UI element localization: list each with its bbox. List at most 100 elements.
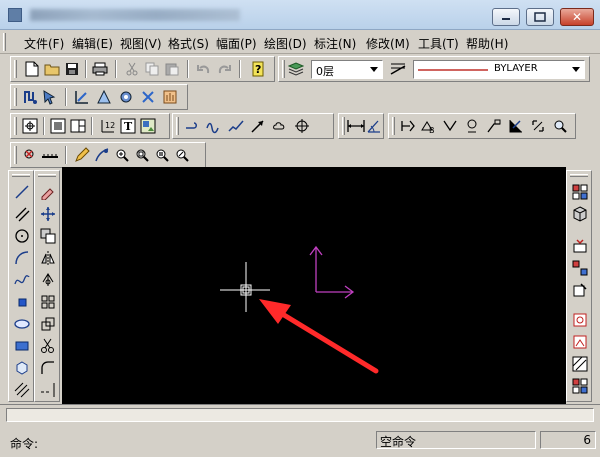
menu-modify[interactable]: 修改(M) [366, 35, 410, 52]
table-hatch-icon[interactable] [571, 355, 589, 373]
angle-dimension-icon[interactable] [365, 117, 383, 135]
copy-object-icon[interactable] [39, 227, 57, 245]
rectangle-icon[interactable] [13, 293, 31, 311]
frame-icon[interactable] [49, 117, 67, 135]
cloud-icon[interactable] [271, 117, 289, 135]
arc-icon[interactable] [13, 249, 31, 267]
save-icon[interactable] [63, 60, 81, 78]
datum-icon[interactable]: B [419, 117, 437, 135]
menu-help[interactable]: 帮助(H) [466, 35, 508, 52]
polygon-icon[interactable] [13, 359, 31, 377]
weld-icon[interactable] [441, 117, 459, 135]
text-icon[interactable] [13, 337, 31, 355]
triangle-select-icon[interactable] [95, 88, 113, 106]
new-file-icon[interactable] [23, 60, 41, 78]
leader-icon[interactable] [485, 117, 503, 135]
cut-icon[interactable] [123, 60, 141, 78]
select-arrow-icon[interactable] [41, 88, 59, 106]
section-icon[interactable] [507, 117, 525, 135]
menu-edit[interactable]: 编辑(E) [72, 35, 113, 52]
arrow-draw-icon[interactable] [249, 117, 267, 135]
title-block-icon[interactable] [69, 117, 87, 135]
ordinate-icon[interactable]: 12 [99, 117, 117, 135]
clear-screen-icon[interactable] [21, 146, 39, 164]
zigzag-icon[interactable] [227, 117, 245, 135]
text-box-icon[interactable]: T [119, 117, 137, 135]
ruler-icon[interactable] [41, 146, 59, 164]
component-icon[interactable] [571, 377, 589, 395]
menu-dimension[interactable]: 标注(N) [314, 35, 356, 52]
circle-icon[interactable] [13, 227, 31, 245]
cube-icon[interactable] [571, 205, 589, 223]
mirror-icon[interactable] [39, 249, 57, 267]
image-frame-icon[interactable] [571, 333, 589, 351]
minimize-button[interactable] [492, 8, 520, 26]
undo-icon[interactable] [195, 60, 213, 78]
command-input[interactable] [48, 433, 368, 449]
linear-dimension-icon[interactable] [347, 117, 365, 135]
zoom-all-icon[interactable] [153, 146, 171, 164]
menu-grip [3, 33, 6, 51]
trim-icon[interactable] [39, 337, 57, 355]
snap-icon[interactable] [73, 88, 91, 106]
print-icon[interactable] [91, 60, 109, 78]
block-insert-icon[interactable] [571, 183, 589, 201]
maximize-button[interactable] [526, 8, 554, 26]
explode-icon[interactable] [571, 281, 589, 299]
construction-line-icon[interactable] [13, 205, 31, 223]
polyline-edit-icon[interactable] [21, 88, 39, 106]
redo-icon[interactable] [215, 60, 233, 78]
rotate-icon[interactable] [39, 271, 57, 289]
menu-view[interactable]: 视图(V) [120, 35, 162, 52]
cross-select-icon[interactable] [139, 88, 157, 106]
close-button[interactable]: ✕ [560, 8, 594, 26]
erase-icon[interactable] [39, 183, 57, 201]
copy-icon[interactable] [143, 60, 161, 78]
gear-check-icon[interactable] [117, 88, 135, 106]
zoom-previous-icon[interactable] [173, 146, 191, 164]
scale-icon[interactable] [39, 315, 57, 333]
drawing-canvas[interactable] [62, 167, 566, 404]
roughness-icon[interactable] [463, 117, 481, 135]
attribute-icon[interactable] [571, 237, 589, 255]
fillet-icon[interactable] [39, 359, 57, 377]
line-icon[interactable] [13, 183, 31, 201]
lock-block-icon[interactable] [571, 311, 589, 329]
line-properties-icon[interactable] [389, 60, 407, 78]
menu-file[interactable]: 文件(F) [24, 35, 64, 52]
linetype-dropdown[interactable]: BYLAYER [413, 60, 585, 79]
redraw-icon[interactable] [93, 146, 111, 164]
hook-curve-icon[interactable] [183, 117, 201, 135]
menu-format[interactable]: 格式(S) [168, 35, 209, 52]
view-toolbar: 12 T [10, 113, 170, 139]
menu-draw[interactable]: 绘图(D) [264, 35, 307, 52]
pan-hand-icon[interactable] [161, 88, 179, 106]
pencil-icon[interactable] [73, 146, 91, 164]
menu-tools[interactable]: 工具(T) [418, 35, 459, 52]
array-icon[interactable] [39, 293, 57, 311]
stretch-icon[interactable] [529, 117, 547, 135]
layer-manager-icon[interactable] [287, 60, 305, 78]
ellipse-icon[interactable] [13, 315, 31, 333]
horizontal-scrollbar[interactable] [0, 404, 600, 426]
image-icon[interactable] [139, 117, 157, 135]
find-icon[interactable] [551, 117, 569, 135]
zoom-realtime-icon[interactable] [113, 146, 131, 164]
zoom-extents-icon[interactable] [21, 117, 39, 135]
layer-dropdown[interactable]: 0层 [311, 60, 383, 79]
zoom-window-icon[interactable] [133, 146, 151, 164]
center-mark-icon[interactable] [293, 117, 311, 135]
spline-icon[interactable] [13, 271, 31, 289]
command-status-field: 空命令 [376, 431, 536, 449]
paste-icon[interactable] [163, 60, 181, 78]
menu-sheet[interactable]: 幅面(P) [216, 35, 257, 52]
extend-icon[interactable] [39, 381, 57, 399]
move-icon[interactable] [39, 205, 57, 223]
tolerance-icon[interactable] [399, 117, 417, 135]
hatch-icon[interactable] [13, 381, 31, 399]
open-folder-icon[interactable] [43, 60, 61, 78]
block-edit-icon[interactable] [571, 259, 589, 277]
scroll-track[interactable] [6, 408, 594, 422]
help-icon[interactable]: ? [249, 60, 267, 78]
wave-curve-icon[interactable] [205, 117, 223, 135]
